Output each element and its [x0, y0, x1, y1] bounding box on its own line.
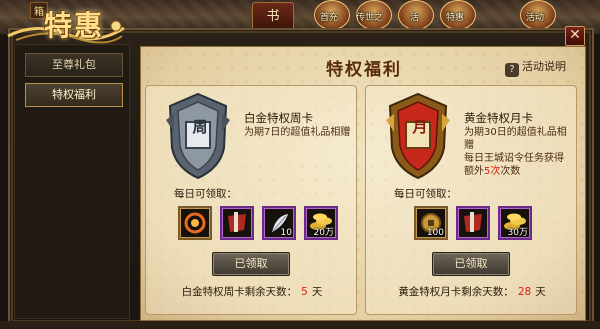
- item-count: 10: [280, 228, 292, 238]
- feather-icon[interactable]: 10: [262, 206, 296, 240]
- weekly-claim-button[interactable]: 已领取: [212, 252, 290, 276]
- monthly-daily-label: 每日可领取：: [394, 188, 457, 200]
- question-icon: ?: [505, 63, 519, 77]
- first-charge-label: 首充: [320, 13, 339, 23]
- gem-bag-icon[interactable]: [456, 206, 490, 240]
- close-button[interactable]: ✕: [565, 26, 585, 46]
- weekly-card-name: 白金特权周卡: [244, 111, 313, 125]
- monthly-desc-line2-end: 次数: [500, 166, 521, 177]
- monthly-card: 月 黄金特权月卡 为期30日的超值礼品相赠 每日王城诏令任务获得额外5次次数 每…: [365, 85, 577, 315]
- help-link[interactable]: ? 活动说明: [505, 58, 566, 77]
- legend-label: 传世之: [356, 13, 384, 23]
- weekly-card-desc: 为期7日的超值礼品相赠: [244, 127, 351, 138]
- monthly-remaining-days: 28: [517, 286, 532, 298]
- weekly-remaining-days: 5: [301, 286, 308, 298]
- help-label: 活动说明: [522, 60, 566, 73]
- monthly-emblem-char: 月: [412, 118, 428, 136]
- activity-label: 活动: [526, 13, 545, 23]
- game-bottom-bar: [0, 321, 600, 329]
- logo-text: 特惠: [44, 9, 105, 42]
- item-count: 100: [426, 228, 444, 238]
- monthly-card-desc: 为期30日的超值礼品相赠 每日王城诏令任务获得额外5次次数: [464, 126, 572, 178]
- side-nav: 至尊礼包 特权福利: [14, 44, 130, 319]
- special-offer-logo: 箱 特惠: [0, 0, 132, 44]
- weekly-emblem-char: 周: [192, 118, 208, 136]
- weekly-remaining-label: 白金特权周卡剩余天数：: [181, 286, 298, 298]
- monthly-remaining: 黄金特权月卡剩余天数： 28 天: [366, 284, 578, 299]
- weekly-card: 周 白金特权周卡 为期7日的超值礼品相赠 每日可领取： 10 20万 已领取 白…: [145, 85, 357, 315]
- event-label: 活: [410, 13, 420, 23]
- gold-coins-icon[interactable]: 30万: [498, 206, 532, 240]
- gold-coins-icon[interactable]: 20万: [304, 206, 338, 240]
- weekly-remaining-unit: 天: [311, 286, 323, 298]
- monthly-remaining-unit: 天: [535, 286, 546, 298]
- item-count: 20万: [313, 228, 334, 238]
- monthly-desc-line1: 为期30日的超值礼品相赠: [464, 127, 567, 151]
- weekly-remaining: 白金特权周卡剩余天数： 5 天: [146, 284, 358, 299]
- coin-icon[interactable]: 100: [414, 206, 448, 240]
- monthly-remaining-label: 黄金特权月卡剩余天数：: [398, 286, 514, 298]
- fire-ring-icon[interactable]: [178, 206, 212, 240]
- weekly-daily-label: 每日可领取：: [174, 188, 237, 200]
- nav-item-privilege[interactable]: 特权福利: [25, 83, 123, 107]
- monthly-claim-button[interactable]: 已领取: [432, 252, 510, 276]
- gem-bag-icon[interactable]: [220, 206, 254, 240]
- monthly-desc-highlight: 5次: [484, 166, 501, 177]
- content-panel: 特权福利 ? 活动说明 周 白金特权周卡 为期7日的超值礼品相赠 每日可领取： 1…: [140, 46, 586, 321]
- special-offer-label: 特惠: [446, 13, 465, 23]
- item-count: 30万: [507, 228, 528, 238]
- monthly-card-name: 黄金特权月卡: [464, 111, 533, 125]
- nav-item-supreme-pack[interactable]: 至尊礼包: [25, 53, 123, 77]
